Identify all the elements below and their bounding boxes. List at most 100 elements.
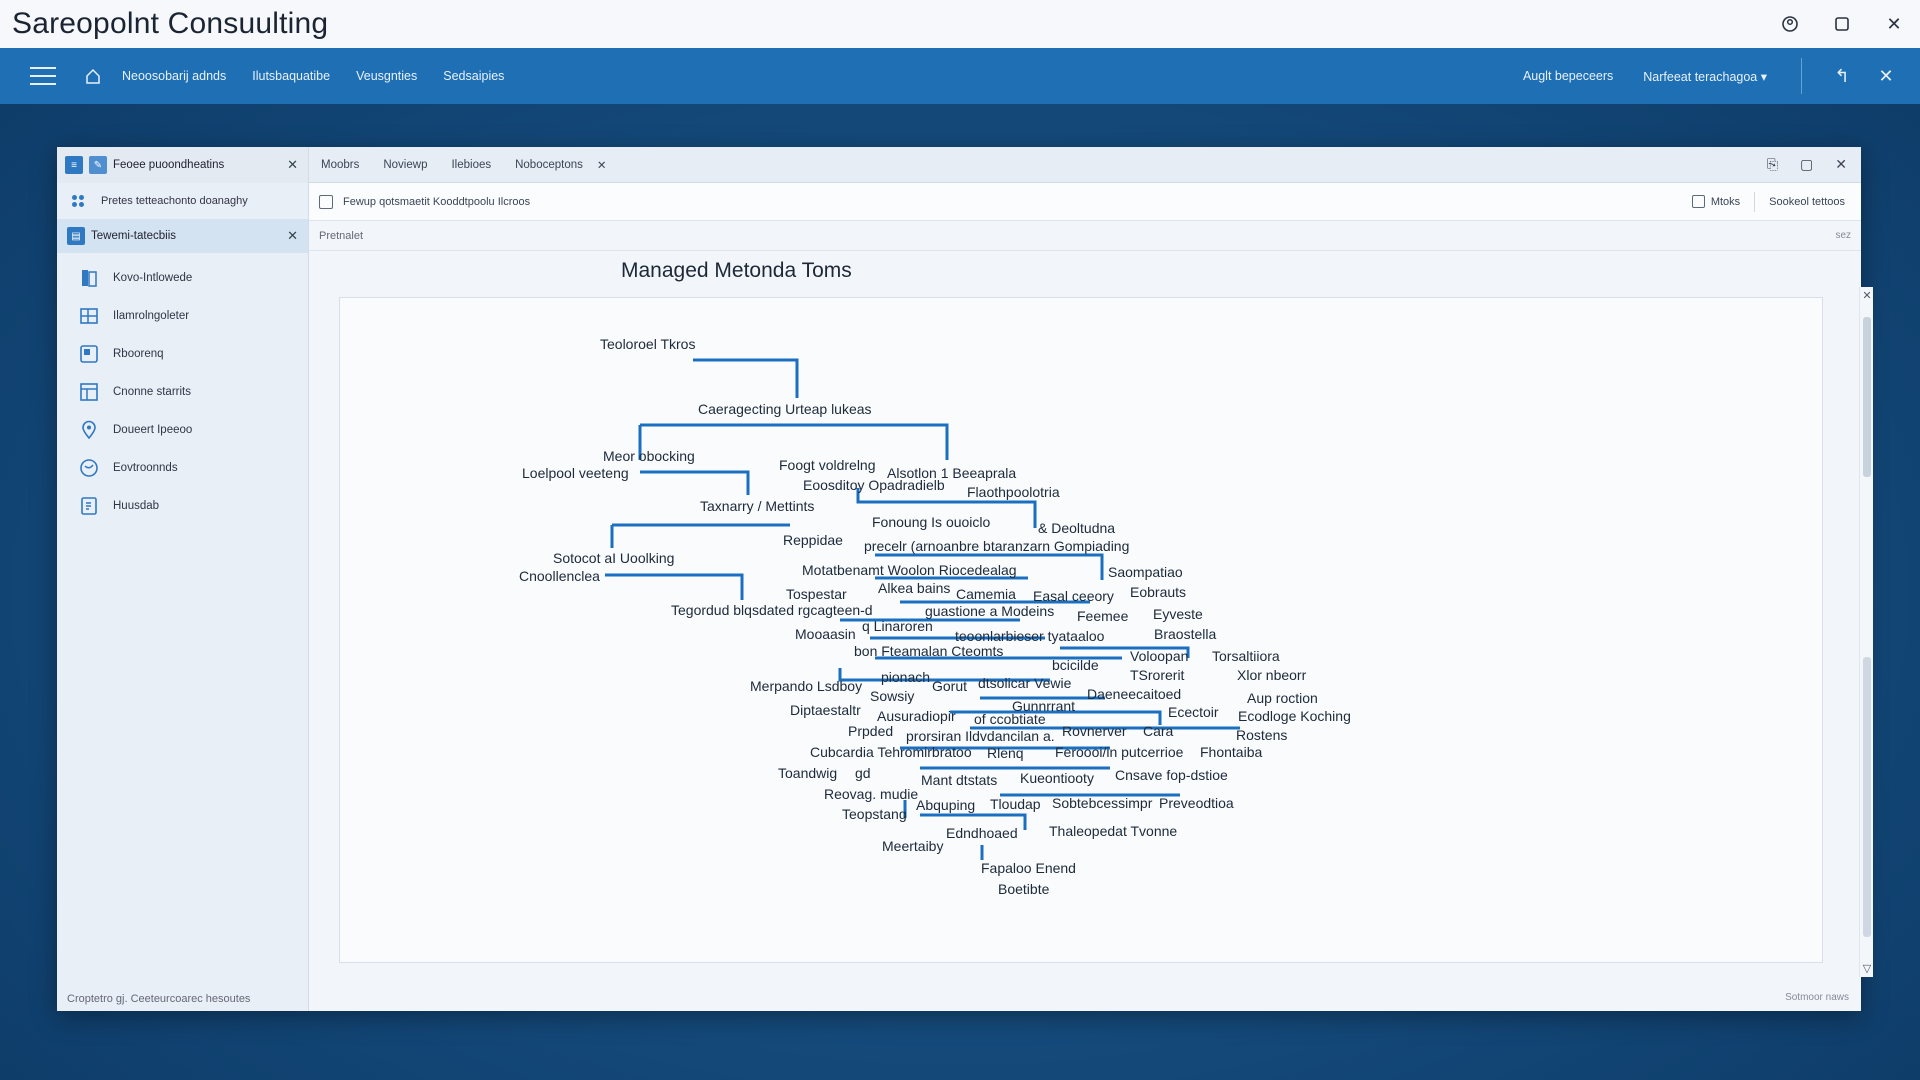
tree-node[interactable]: Reovag. mudie	[824, 786, 918, 802]
tree-node[interactable]: q Linaroren	[862, 618, 933, 634]
tree-node[interactable]: Fonoung Is ouoiclo	[872, 514, 990, 530]
tab-0[interactable]: Moobrs	[309, 159, 371, 171]
tree-node[interactable]: Flaothpoolotria	[967, 484, 1060, 500]
tree-node[interactable]: Daeneecaitoed	[1087, 686, 1181, 702]
scroll-thumb[interactable]	[1863, 317, 1871, 477]
sidebar-item-1[interactable]: Ilamrolngoleter	[57, 297, 308, 335]
vertical-scrollbar[interactable]: ✕ ▽	[1859, 287, 1873, 977]
account-icon[interactable]	[1764, 0, 1816, 48]
tree-node[interactable]: Boetibte	[998, 881, 1049, 897]
scroll-up-icon[interactable]: ✕	[1860, 289, 1874, 302]
tree-node[interactable]: Merpando Lsdboy	[750, 678, 862, 694]
tree-node[interactable]: Caeragecting Urteap lukeas	[698, 401, 872, 417]
tree-node[interactable]: Rovnerver	[1062, 723, 1127, 739]
nav-right-link-0[interactable]: Auglt bepeceers	[1523, 69, 1613, 83]
tree-node[interactable]: Eobrauts	[1130, 584, 1186, 600]
tree-node[interactable]: Torsaltiiora	[1212, 648, 1280, 664]
marks-button[interactable]: Mtoks	[1691, 195, 1740, 208]
tree-node[interactable]: Eoosditoy Opadradielb	[803, 477, 945, 493]
tree-node[interactable]: Ecodloge Koching	[1238, 708, 1351, 724]
tree-node[interactable]: Mooaasin	[795, 626, 856, 642]
nav-close-icon[interactable]: ✕	[1864, 54, 1908, 98]
edit-icon[interactable]: ✎	[89, 156, 107, 174]
tab-1[interactable]: Noviewp	[371, 159, 439, 171]
restore-icon[interactable]: ▢	[1800, 156, 1813, 173]
tree-node[interactable]: Taxnarry / Mettints	[700, 498, 814, 514]
tree-node[interactable]: Meor obocking	[603, 448, 695, 464]
pane-close-icon[interactable]: ✕	[1835, 156, 1847, 173]
tree-node[interactable]: Easal ceeory	[1033, 588, 1114, 604]
nav-right-link-1[interactable]: Narfeeat terachagoa ▾	[1643, 69, 1767, 84]
section-close-icon[interactable]: ✕	[287, 228, 298, 244]
tree-node[interactable]: Sowsiy	[870, 688, 914, 704]
tree-node[interactable]: Diptaestaltr	[790, 702, 861, 718]
tree-node[interactable]: Teopstang	[842, 806, 907, 822]
tree-node[interactable]: prorsiran Ildvdancilan a.	[906, 728, 1055, 744]
sidebar-item-4[interactable]: Doueert Ipeeoo	[57, 411, 308, 449]
tree-node[interactable]: Prpded	[848, 723, 893, 739]
tree-node[interactable]: Rlenq	[987, 745, 1024, 761]
breadcrumb-label[interactable]: Pretnalet	[319, 230, 363, 242]
tree-node[interactable]: Cnsave fop-dstioe	[1115, 767, 1228, 783]
tab-close-icon[interactable]: ✕	[597, 158, 607, 172]
tree-node[interactable]: Tloudap	[990, 796, 1041, 812]
tree-node[interactable]: dtsolicar Vewie	[978, 675, 1071, 691]
tab-3[interactable]: Noboceptons	[503, 159, 595, 171]
tab-2[interactable]: Ilebioes	[439, 159, 503, 171]
sidebar-item-3[interactable]: Cnonne starrits	[57, 373, 308, 411]
home-icon[interactable]	[84, 67, 102, 85]
tree-node[interactable]: Rostens	[1236, 727, 1287, 743]
tree-node[interactable]: of ccobtiate	[974, 711, 1046, 727]
tree-node[interactable]: precelr (arnoanbre btaranzarn Gompiading	[864, 538, 1129, 554]
tree-node[interactable]: Loelpool veeteng	[522, 465, 629, 481]
tree-node[interactable]: Ausuradiopir	[877, 708, 956, 724]
hamburger-menu-icon[interactable]	[30, 67, 56, 85]
tree-node[interactable]: Meertaiby	[882, 838, 943, 854]
tree-node[interactable]: Alkea bains	[878, 580, 950, 596]
tree-node[interactable]: Cara	[1143, 723, 1173, 739]
nav-link-1[interactable]: Ilutsbaquatibe	[252, 69, 330, 83]
sidebar-item-0[interactable]: Kovo-Intlowede	[57, 259, 308, 297]
nav-link-0[interactable]: Neoosobarij adnds	[122, 69, 226, 83]
tree-node[interactable]: & Deoltudna	[1038, 520, 1115, 536]
tree-node[interactable]: Camemia	[956, 586, 1016, 602]
tree-node[interactable]: Braostella	[1154, 626, 1216, 642]
sidebar-item-2[interactable]: Rboorenq	[57, 335, 308, 373]
sidebar-item-5[interactable]: Eovtroonnds	[57, 449, 308, 487]
settings-button[interactable]: Sookeol tettoos	[1769, 196, 1845, 208]
tree-node[interactable]: gd	[855, 765, 871, 781]
tree-node[interactable]: Gorut	[932, 678, 967, 694]
close-icon[interactable]: ✕	[1868, 0, 1920, 48]
tree-node[interactable]: Voloopan	[1130, 648, 1188, 664]
nav-link-2[interactable]: Veusgnties	[356, 69, 417, 83]
maximize-icon[interactable]	[1816, 0, 1868, 48]
tree-node[interactable]: Ecectoir	[1168, 704, 1219, 720]
tree-node[interactable]: Tegordud blqsdated rgcagteen-d	[671, 602, 873, 618]
tree-node[interactable]: teoonlarbieser tyataaloo	[955, 628, 1104, 644]
tree-node[interactable]: Aup roction	[1247, 690, 1318, 706]
tree-node[interactable]: Fapaloo Enend	[981, 860, 1076, 876]
tree-node[interactable]: Mant dtstats	[921, 772, 997, 788]
tree-node[interactable]: Foogt voldrelng	[779, 457, 876, 473]
sidebar-section-active[interactable]: ▤ Tewemi-tatecbiis ✕	[57, 219, 308, 253]
tree-node[interactable]: Xlor nbeorr	[1237, 667, 1306, 683]
tree-node[interactable]: Feemee	[1077, 608, 1128, 624]
tree-node[interactable]: Cubcardia Tehromirbratoo	[810, 744, 972, 760]
tree-node[interactable]: Preveodtioa	[1159, 795, 1234, 811]
tree-node[interactable]: bon Fteamalan Cteomts	[854, 643, 1003, 659]
scroll-down-icon[interactable]: ▽	[1860, 962, 1874, 975]
tree-node[interactable]: Kueontiooty	[1020, 770, 1094, 786]
back-arrow-icon[interactable]: ↰	[1820, 54, 1864, 98]
nav-link-3[interactable]: Sedsaipies	[443, 69, 504, 83]
tree-node[interactable]: guastione a Modeins	[925, 603, 1054, 619]
tree-node[interactable]: pionach	[881, 669, 930, 685]
scroll-thumb-secondary[interactable]	[1863, 657, 1871, 937]
tree-node[interactable]: Reppidae	[783, 532, 843, 548]
tree-node[interactable]: Toandwig	[778, 765, 837, 781]
tree-node[interactable]: Tospestar	[786, 586, 847, 602]
tree-node[interactable]: bcicilde	[1052, 657, 1099, 673]
tree-node[interactable]: Fhontaiba	[1200, 744, 1262, 760]
tree-node[interactable]: Teoloroel Tkros	[600, 336, 695, 352]
sidebar-subheader[interactable]: Pretes tetteachonto doanaghy	[57, 183, 308, 219]
tree-node[interactable]: Edndhoaed	[946, 825, 1018, 841]
